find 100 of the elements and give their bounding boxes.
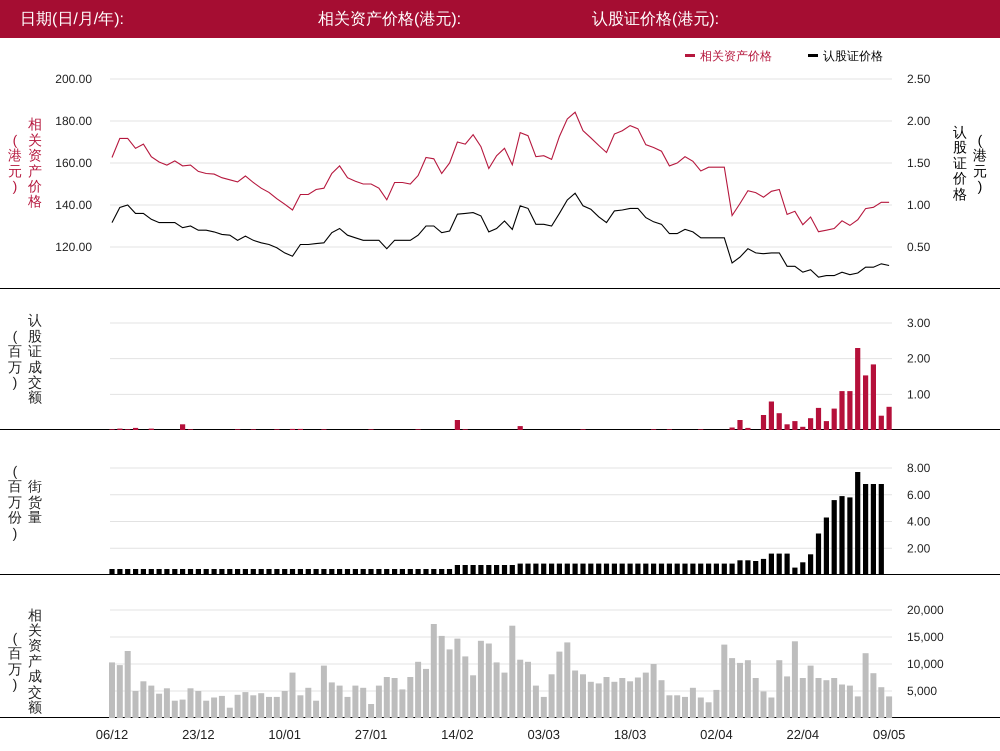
axis-title: 相关资产成交额 bbox=[28, 608, 42, 716]
chart-bar bbox=[518, 426, 523, 430]
axis-tick-label: 02/04 bbox=[700, 727, 733, 742]
chart-bar bbox=[808, 666, 814, 718]
chart-bar bbox=[682, 696, 688, 718]
chart-bar bbox=[839, 391, 845, 430]
axis-tick-label: 6.00 bbox=[907, 488, 930, 502]
chart-bar bbox=[352, 686, 358, 718]
axis-tick-label: 1.00 bbox=[907, 198, 930, 212]
chart-bar bbox=[195, 691, 202, 718]
axis-tick-label: 10,000 bbox=[907, 657, 944, 671]
axis-unit: (港元) bbox=[8, 132, 22, 194]
chart-bar bbox=[274, 696, 280, 718]
chart-bar bbox=[407, 677, 414, 718]
chart-bar bbox=[690, 688, 696, 718]
chart-bar bbox=[846, 686, 853, 718]
axis-tick-label: 200.00 bbox=[55, 72, 92, 86]
axis-tick-label: 22/04 bbox=[786, 727, 820, 742]
axis-tick-label: 120.00 bbox=[55, 240, 92, 254]
axis-title: 认股证成交额 bbox=[28, 313, 42, 406]
chart-bar bbox=[360, 688, 366, 718]
axis-tick-label: 3.00 bbox=[907, 316, 930, 330]
chart-bar bbox=[494, 662, 500, 718]
axis-unit: (百万) bbox=[8, 630, 22, 692]
chart-bar bbox=[863, 375, 868, 430]
axis-tick-label: 27/01 bbox=[354, 727, 388, 742]
chart-bar bbox=[140, 681, 146, 718]
chart-bar bbox=[596, 683, 602, 718]
chart-bar bbox=[816, 408, 822, 430]
chart-bar bbox=[737, 662, 743, 718]
chart-bar bbox=[572, 670, 578, 718]
axis-title: 认股证价格 bbox=[953, 125, 967, 202]
chart-bar bbox=[831, 678, 838, 718]
axis-tick-label: 160.00 bbox=[55, 156, 92, 170]
chart-bar bbox=[886, 406, 892, 430]
axis-tick-label: 14/02 bbox=[441, 727, 474, 742]
chart-bar bbox=[532, 686, 539, 718]
chart-bar bbox=[760, 415, 766, 430]
axis-tick-label: 10/01 bbox=[268, 727, 301, 742]
chart-bar bbox=[305, 688, 312, 718]
chart-bar bbox=[800, 426, 806, 430]
chart-bar bbox=[776, 660, 782, 718]
chart-bar bbox=[808, 418, 814, 430]
chart-bar bbox=[250, 695, 256, 718]
chart-bar bbox=[415, 662, 422, 718]
chart-bar bbox=[180, 424, 186, 430]
chart-bar bbox=[854, 696, 861, 718]
chart-bar bbox=[124, 651, 131, 718]
chart-bar bbox=[730, 428, 735, 430]
chart-bar bbox=[172, 700, 178, 718]
axis-tick-label: 1.50 bbox=[907, 156, 930, 170]
chart-bar bbox=[588, 682, 594, 718]
chart-bar bbox=[266, 696, 272, 718]
chart-bar bbox=[737, 420, 743, 430]
chart-bar bbox=[768, 402, 774, 430]
legend-label: 相关资产价格 bbox=[700, 49, 772, 63]
axis-tick-label: 09/05 bbox=[872, 727, 906, 742]
chart-bar bbox=[658, 680, 664, 718]
chart-bar bbox=[674, 695, 680, 718]
axis-tick-label: 5,000 bbox=[907, 684, 938, 698]
chart-bar bbox=[116, 665, 123, 718]
chart-bar bbox=[203, 700, 210, 718]
chart-bar bbox=[784, 424, 790, 430]
axis-tick-label: 20,000 bbox=[907, 603, 944, 617]
chart-bar bbox=[745, 428, 750, 430]
axis-tick-label: 2.00 bbox=[907, 114, 930, 128]
axis-tick-label: 140.00 bbox=[55, 198, 92, 212]
chart-bar bbox=[619, 678, 626, 718]
chart-bar bbox=[384, 677, 390, 718]
chart-bar bbox=[847, 391, 852, 430]
axis-tick-label: 2.50 bbox=[907, 72, 930, 86]
header-label: 相关资产价格(港元): bbox=[318, 10, 462, 30]
axis-tick-label: 2.00 bbox=[907, 541, 930, 556]
axis-tick-label: 8.00 bbox=[907, 461, 930, 475]
axis-unit: (港元) bbox=[973, 132, 987, 194]
chart-bar bbox=[832, 408, 837, 430]
chart-bar bbox=[886, 696, 892, 718]
chart-bar bbox=[878, 416, 884, 430]
axis-unit: (百万份) bbox=[8, 464, 22, 541]
chart-bar bbox=[760, 692, 766, 718]
chart-bar bbox=[800, 678, 806, 718]
chart-bar bbox=[540, 696, 547, 718]
chart-bar bbox=[752, 678, 759, 718]
chart-bar bbox=[133, 428, 138, 430]
axis-tick-label: 1.00 bbox=[907, 387, 930, 402]
chart-bar bbox=[336, 686, 343, 718]
chart-bar bbox=[839, 684, 845, 718]
axis-tick-label: 2.00 bbox=[907, 352, 930, 366]
axis-tick-label: 15,000 bbox=[907, 630, 944, 644]
chart-bar bbox=[698, 698, 704, 718]
chart-bar bbox=[870, 364, 876, 430]
chart-bar bbox=[132, 691, 138, 718]
chart-bar bbox=[109, 662, 115, 718]
chart-bar bbox=[823, 680, 830, 718]
axis-title: 街货量 bbox=[28, 479, 42, 526]
chart-bar bbox=[650, 664, 657, 718]
header-label: 日期(日/月/年): bbox=[20, 10, 125, 30]
chart-bar bbox=[226, 708, 233, 718]
axis-tick-label: 03/03 bbox=[527, 727, 560, 742]
chart-bar bbox=[792, 421, 798, 430]
